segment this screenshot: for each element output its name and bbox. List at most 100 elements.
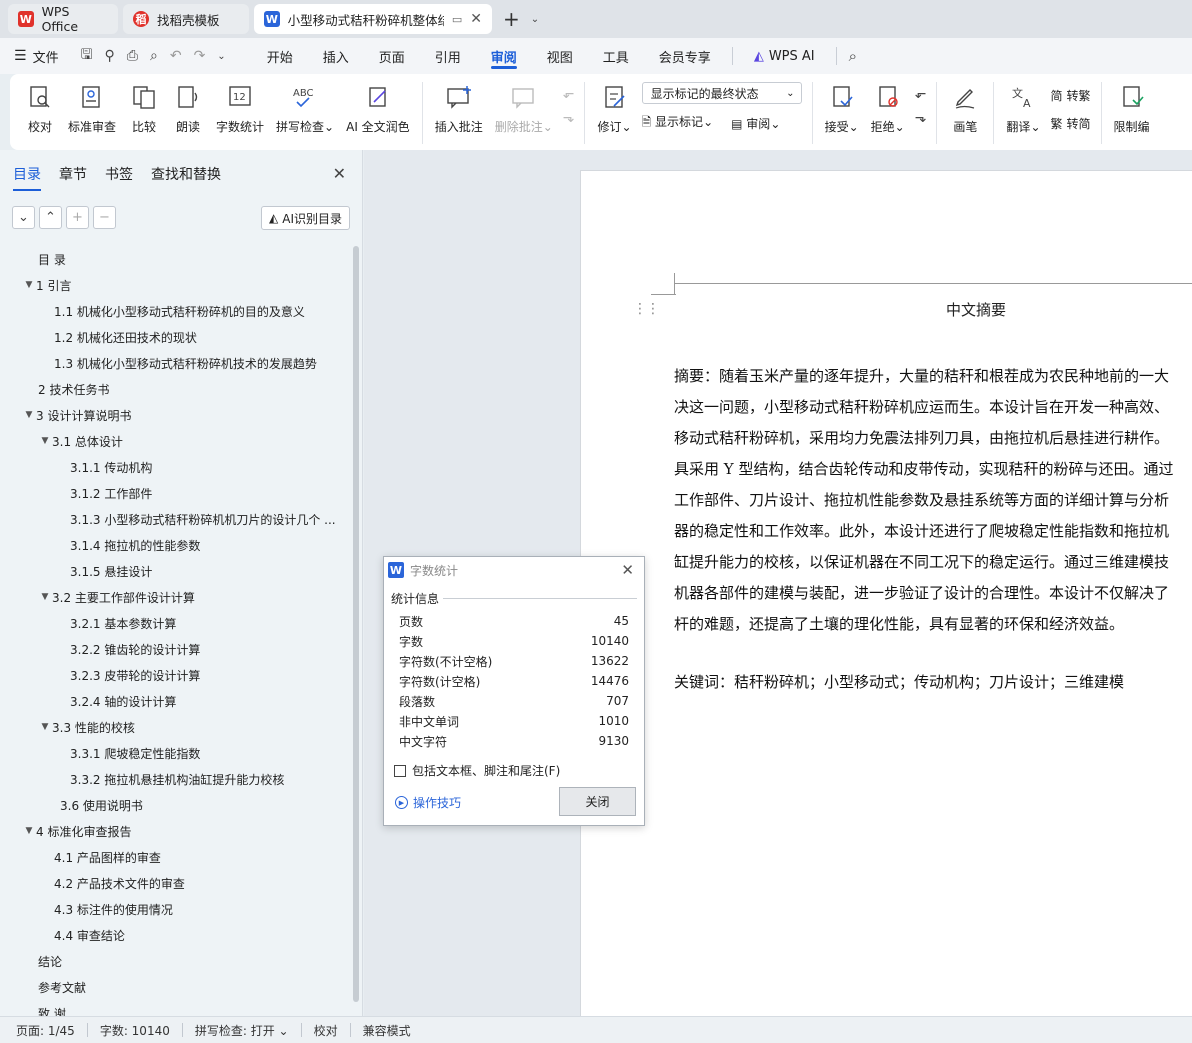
standard-review-button[interactable]: 标准审查 [62,82,122,135]
redo-icon[interactable]: ↷ [188,48,212,64]
toc-item[interactable]: 3.3.1 爬坡稳定性能指数 [0,740,352,766]
to-traditional-button[interactable]: 简转繁 [1051,86,1091,104]
menu-page[interactable]: 页面 [364,38,420,74]
checkbox-box[interactable] [394,764,406,777]
menu-member[interactable]: 会员专享 [644,38,726,74]
tab-sections[interactable]: 章节 [59,164,87,184]
toc-item[interactable]: 4.3 标注件的使用情况 [0,896,352,922]
search-icon[interactable]: ⌕ [843,47,863,65]
collapse-arrow-icon[interactable]: ▼ [22,826,36,836]
to-simplified-button[interactable]: 繁转简 [1051,114,1091,132]
toc-item[interactable]: 目 录 [0,246,352,272]
toc-item[interactable]: 3.1.1 传动机构 [0,454,352,480]
toc-item[interactable]: ▼ 4 标准化审查报告 [0,818,352,844]
page-indicator[interactable]: 页面: 1/45 [16,1022,87,1039]
print-preview-icon[interactable]: ⌕ [144,48,164,64]
close-button[interactable]: 关闭 [559,787,636,816]
toc-item[interactable]: 3.6 使用说明书 [0,792,352,818]
close-pane-icon[interactable]: ✕ [333,164,346,183]
toc-item[interactable]: 1.1 机械化小型移动式秸秆粉碎机的目的及意义 [0,298,352,324]
collapse-arrow-icon[interactable]: ▼ [38,592,52,602]
file-menu[interactable]: 文件 [33,47,59,66]
remove-icon[interactable]: − [93,206,116,229]
print-icon[interactable]: ⎙ [121,48,144,64]
next-change-icon[interactable]: ⬎ [915,110,927,126]
toc-item[interactable]: 3.3.2 拖拉机悬挂机构油缸提升能力校核 [0,766,352,792]
tab-wps-office[interactable]: W WPS Office [8,4,118,34]
translate-button[interactable]: 文A 翻译⌄ [1000,82,1046,135]
toc-item[interactable]: ▼ 3.2 主要工作部件设计计算 [0,584,352,610]
word-count-indicator[interactable]: 字数: 10140 [100,1022,182,1039]
proofread-button[interactable]: 校对 [18,82,62,135]
monitor-icon[interactable]: ▭ [452,13,462,26]
read-aloud-button[interactable]: 朗读 [166,82,210,135]
chevron-down-icon[interactable]: ⌄ [531,14,539,25]
menu-home[interactable]: 开始 [252,38,308,74]
proofread-indicator[interactable]: 校对 [314,1022,350,1039]
menu-review[interactable]: 审阅 [476,38,532,74]
toc-item[interactable]: 1.2 机械化还田技术的现状 [0,324,352,350]
toc-item[interactable]: ▼ 1 引言 [0,272,352,298]
more-chevron-icon[interactable]: ⌄ [211,51,231,62]
tips-link[interactable]: ▶ 操作技巧 [395,794,461,811]
track-changes-button[interactable]: 修订⌄ [591,82,637,135]
document-page[interactable]: ⋮⋮ 中文摘要 摘要：随着玉米产量的逐年提升，大量的秸秆和根茬成为农民种地前的一… [580,170,1192,1016]
toc-item[interactable]: 参考文献 [0,974,352,1000]
spell-check-indicator[interactable]: 拼写检查: 打开 ⌄ [195,1022,301,1039]
toc-item[interactable]: ▼ 3 设计计算说明书 [0,402,352,428]
menu-references[interactable]: 引用 [420,38,476,74]
restrict-editing-button[interactable]: 限制编 [1108,82,1156,135]
toc-item[interactable]: 3.2.3 皮带轮的设计计算 [0,662,352,688]
menu-wps-ai[interactable]: ◭ WPS AI [739,38,830,74]
toc-item[interactable]: 3.1.3 小型移动式秸秆粉碎机机刀片的设计几个 ... [0,506,352,532]
accept-button[interactable]: 接受⌄ [819,82,865,135]
menu-tools[interactable]: 工具 [588,38,644,74]
show-markup-button[interactable]: 🗎 显示标记⌄ [642,113,714,134]
toc-item[interactable]: 4.1 产品图样的审查 [0,844,352,870]
review-pane-button[interactable]: ▤ 审阅⌄ [731,115,780,132]
toc-item[interactable]: ▼ 3.1 总体设计 [0,428,352,454]
collapse-arrow-icon[interactable]: ▼ [22,280,36,290]
undo-icon[interactable]: ↶ [164,48,188,64]
tab-document[interactable]: W 小型移动式秸秆粉碎机整体结 ▭ ✕ [254,4,492,34]
delete-comment-button[interactable]: 删除批注⌄ [489,82,559,135]
toc-item[interactable]: 3.1.4 拖拉机的性能参数 [0,532,352,558]
toc-item[interactable]: 1.3 机械化小型移动式秸秆粉碎机技术的发展趋势 [0,350,352,376]
add-icon[interactable]: + [66,206,89,229]
compare-button[interactable]: 比较 [122,82,166,135]
spell-check-button[interactable]: ABC 拼写检查⌄ [270,82,340,135]
ai-polish-button[interactable]: AI 全文润色 [340,82,416,135]
hamburger-icon[interactable]: ☰ [14,48,27,64]
include-textbox-checkbox[interactable]: 包括文本框、脚注和尾注(F) [394,762,560,779]
reject-button[interactable]: 拒绝⌄ [865,82,911,135]
tab-toc[interactable]: 目录 [13,164,41,191]
collapse-arrow-icon[interactable]: ▼ [38,436,52,446]
menu-view[interactable]: 视图 [532,38,588,74]
collapse-arrow-icon[interactable]: ▼ [38,722,52,732]
tab-templates[interactable]: 稻 找稻壳模板 [123,4,249,34]
collapse-up-icon[interactable]: ⌃ [39,206,62,229]
toc-item[interactable]: ▼ 3.3 性能的校核 [0,714,352,740]
new-tab-icon[interactable]: + [497,7,526,31]
previous-change-icon[interactable]: ⬐ [915,86,927,102]
close-tab-icon[interactable]: ✕ [470,11,482,27]
ai-toc-button[interactable]: ◭ AI识别目录 [261,206,350,230]
markup-display-select[interactable]: 显示标记的最终状态 ⌄ [641,82,802,104]
next-comment-icon[interactable]: ⬎ [563,110,575,126]
toc-item[interactable]: 4.2 产品技术文件的审查 [0,870,352,896]
toc-item[interactable]: 4.4 审查结论 [0,922,352,948]
tab-find-replace[interactable]: 查找和替换 [151,164,221,184]
insert-comment-button[interactable]: 插入批注 [429,82,489,135]
toc-item[interactable]: 2 技术任务书 [0,376,352,402]
previous-comment-icon[interactable]: ⬐ [563,86,575,102]
menu-insert[interactable]: 插入 [308,38,364,74]
save-icon[interactable]: 🖫 [75,44,99,68]
toc-item[interactable]: 3.2.1 基本参数计算 [0,610,352,636]
toc-item[interactable]: 结论 [0,948,352,974]
link-icon[interactable]: ⚲ [99,48,121,64]
pen-button[interactable]: 画笔 [943,82,987,135]
close-icon[interactable]: ✕ [621,561,634,579]
toc-item[interactable]: 3.1.5 悬挂设计 [0,558,352,584]
collapse-arrow-icon[interactable]: ▼ [22,410,36,420]
toc-item[interactable]: 3.1.2 工作部件 [0,480,352,506]
